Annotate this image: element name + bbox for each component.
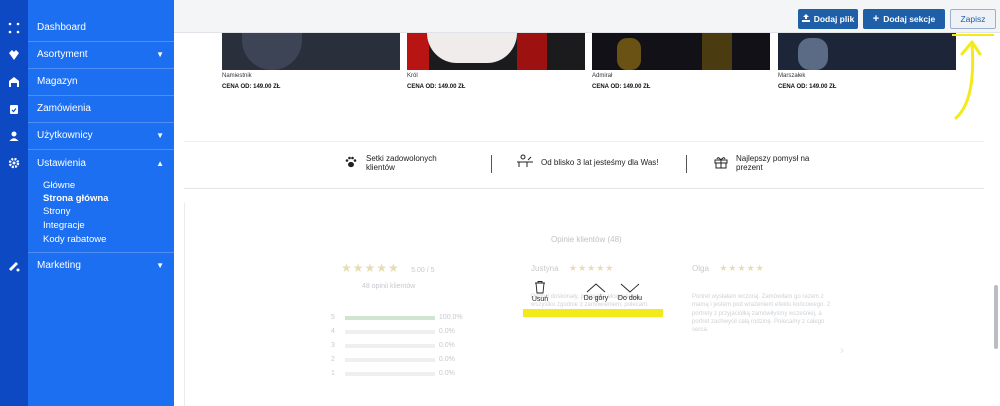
- person-desk-icon: [517, 154, 533, 170]
- chevron-down-icon: ▼: [156, 131, 164, 140]
- rating-stars: ★★★★★: [341, 261, 400, 275]
- product-image: [778, 33, 956, 70]
- sidebar: Dashboard Asortyment ▼ Magazyn Zamówienia…: [28, 0, 174, 406]
- product-card[interactable]: Namiestnik CENA OD: 149.00 ZŁ: [222, 33, 400, 90]
- plus-icon: +: [872, 13, 880, 25]
- reviews-section: Opinie klientów (48) ★★★★★ 5.00 / 5 48 o…: [184, 203, 984, 406]
- chevron-down-icon: ▼: [156, 261, 164, 270]
- review-text: Portret wysłałam wczoraj. Zamówiłam go r…: [692, 294, 831, 334]
- rating-bar: [344, 343, 435, 348]
- paw-icon: [344, 155, 358, 171]
- feature-item: Najlepszy pomysł na prezent: [714, 154, 816, 172]
- sidebar-item-dashboard[interactable]: Dashboard: [28, 14, 174, 41]
- gift-icon: [714, 155, 728, 171]
- move-up-button[interactable]: Do góry: [578, 283, 614, 302]
- submenu-item-kody-rabatowe[interactable]: Kody rabatowe: [43, 234, 106, 245]
- rating-bar-row: 5 100.0%: [331, 314, 463, 321]
- trash-icon: [526, 280, 554, 296]
- chevron-up-icon: ▲: [156, 159, 164, 168]
- save-button[interactable]: Zapisz: [950, 9, 996, 29]
- submenu-item-integracje[interactable]: Integracje: [43, 220, 85, 231]
- dashboard-icon[interactable]: [0, 18, 28, 38]
- reviews-summary: ★★★★★ 5.00 / 5: [341, 261, 435, 275]
- move-down-button[interactable]: Do dołu: [612, 283, 648, 302]
- divider: [686, 155, 687, 173]
- rating-bar-row: 2 0.0%: [331, 356, 455, 363]
- product-card[interactable]: Król CENA OD: 149.00 ZŁ: [407, 33, 585, 90]
- rating-bar-row: 3 0.0%: [331, 342, 455, 349]
- annotation-highlight: [523, 309, 663, 317]
- icon-rail: [0, 0, 28, 406]
- app-window: Dashboard Asortyment ▼ Magazyn Zamówienia…: [0, 0, 1000, 406]
- product-image: [407, 33, 585, 70]
- annotation-arrow-icon: [950, 38, 990, 127]
- add-section-button[interactable]: + Dodaj sekcje: [863, 9, 945, 29]
- annotation-underline: [952, 34, 994, 36]
- sidebar-item-marketing[interactable]: Marketing ▼: [28, 252, 174, 279]
- reviews-title: Opinie klientów (48): [551, 235, 622, 244]
- scrollbar[interactable]: [994, 285, 998, 349]
- sidebar-item-asortyment[interactable]: Asortyment ▼: [28, 41, 174, 68]
- rating-bar-row: 1 0.0%: [331, 370, 455, 377]
- submenu-item-glowne[interactable]: Główne: [43, 180, 75, 191]
- sidebar-item-ustawienia[interactable]: Ustawienia ▲: [28, 150, 174, 177]
- product-card[interactable]: Marszałek CENA OD: 149.00 ZŁ: [778, 33, 956, 90]
- delete-section-button[interactable]: Usuń: [526, 280, 554, 303]
- chevron-down-icon: ▼: [156, 50, 164, 59]
- add-file-button[interactable]: Dodaj plik: [798, 9, 858, 29]
- review-card: Olga ★★★★★: [692, 263, 765, 273]
- marketing-icon[interactable]: [0, 256, 28, 276]
- page-editor: Namiestnik CENA OD: 149.00 ZŁ Król CENA …: [174, 33, 1000, 406]
- product-card[interactable]: Admirał CENA OD: 149.00 ZŁ: [592, 33, 770, 90]
- chevron-up-icon: [578, 283, 614, 295]
- rating-bar: [344, 371, 435, 376]
- review-card: Justyna ★★★★★: [531, 263, 615, 273]
- rating-bar: [344, 357, 435, 362]
- rating-bar: [344, 329, 435, 334]
- product-image: [222, 33, 400, 70]
- submenu-item-strony[interactable]: Strony: [43, 206, 70, 217]
- warehouse-icon[interactable]: [0, 72, 28, 92]
- users-icon[interactable]: [0, 126, 28, 146]
- settings-icon[interactable]: [0, 153, 28, 173]
- divider: [491, 155, 492, 173]
- feature-item: Setki zadowolonych klientów: [344, 154, 446, 172]
- product-image: [592, 33, 770, 70]
- reviews-count: 48 opinii klientów: [362, 283, 416, 290]
- assortment-icon[interactable]: [0, 45, 28, 65]
- rating-bar-fill: [344, 315, 435, 320]
- carousel-next-icon[interactable]: ›: [840, 343, 844, 357]
- orders-icon[interactable]: [0, 99, 28, 119]
- top-toolbar: Dodaj plik + Dodaj sekcje Zapisz: [174, 0, 1000, 33]
- rating-bar-row: 4 0.0%: [331, 328, 455, 335]
- features-bar: Setki zadowolonych klientów Od blisko 3 …: [184, 141, 984, 189]
- submenu-item-strona-glowna[interactable]: Strona główna: [43, 193, 108, 204]
- chevron-down-icon: [612, 283, 648, 295]
- rating-bar: [344, 315, 435, 320]
- sidebar-item-zamowienia[interactable]: Zamówienia: [28, 95, 174, 122]
- upload-icon: [801, 14, 810, 24]
- sidebar-item-magazyn[interactable]: Magazyn: [28, 68, 174, 95]
- sidebar-item-uzytkownicy[interactable]: Użytkownicy ▼: [28, 122, 174, 149]
- feature-item: Od blisko 3 lat jesteśmy dla Was!: [517, 154, 659, 170]
